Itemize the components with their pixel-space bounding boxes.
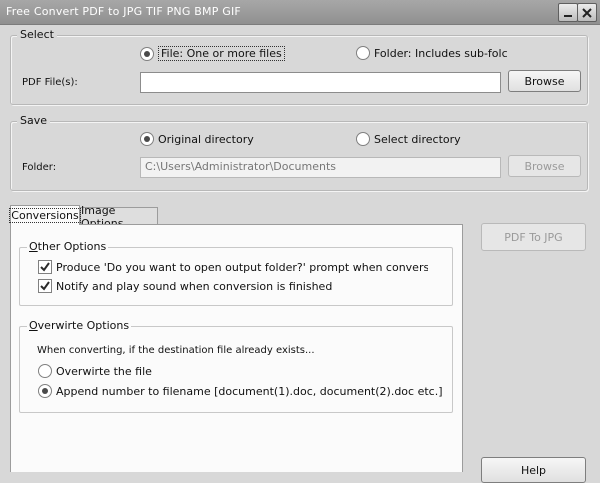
overwrite-options-legend-text: verwirte Options: [37, 319, 130, 332]
minimize-icon: [564, 14, 572, 17]
pdf-files-label: PDF File(s):: [22, 77, 78, 88]
overwrite-info-text: When converting, if the destination file…: [37, 345, 315, 356]
original-directory-indicator[interactable]: [140, 132, 154, 146]
file-radio[interactable]: File: One or more files: [140, 46, 285, 61]
open-folder-prompt-checkbox[interactable]: Produce 'Do you want to open output fold…: [38, 260, 428, 274]
window-title: Free Convert PDF to JPG TIF PNG BMP GIF: [6, 5, 241, 18]
save-legend: Save: [17, 114, 51, 127]
file-radio-indicator[interactable]: [140, 46, 154, 61]
overwrite-file-label: Overwirte the file: [56, 364, 152, 378]
close-icon: [582, 7, 592, 18]
title-bar: Free Convert PDF to JPG TIF PNG BMP GIF: [0, 0, 600, 25]
checkmark-icon: [40, 262, 50, 272]
checkmark-icon: [40, 281, 50, 291]
help-button[interactable]: Help: [481, 457, 586, 483]
select-directory-radio[interactable]: Select directory: [356, 132, 461, 146]
original-directory-label: Original directory: [158, 132, 254, 146]
browse-folder-button[interactable]: Browse: [508, 155, 581, 177]
original-directory-radio[interactable]: Original directory: [140, 132, 254, 146]
browse-pdf-button[interactable]: Browse: [508, 70, 581, 92]
folder-radio-label: Folder: Includes sub-folc: [374, 46, 508, 60]
overwrite-file-radio[interactable]: Overwirte the file: [38, 364, 152, 378]
append-number-indicator[interactable]: [38, 384, 52, 398]
other-options-legend-text: ther Options: [37, 240, 107, 253]
pdf-files-input[interactable]: [140, 72, 501, 93]
save-group: Save: [10, 114, 588, 191]
notify-sound-check[interactable]: [38, 279, 52, 293]
other-options-legend: Other Options: [27, 240, 109, 253]
tab-conversions[interactable]: Conversions: [9, 205, 81, 225]
append-number-radio[interactable]: Append number to filename [document(1).d…: [38, 384, 443, 398]
open-folder-prompt-check[interactable]: [38, 260, 52, 274]
select-directory-indicator[interactable]: [356, 132, 370, 146]
select-directory-label: Select directory: [374, 132, 461, 146]
append-number-label: Append number to filename [document(1).d…: [56, 384, 443, 398]
other-options-group: Other Options: [19, 240, 453, 306]
pdf-to-jpg-button[interactable]: PDF To JPG: [481, 223, 586, 251]
folder-label: Folder:: [22, 162, 57, 173]
close-button[interactable]: [577, 3, 597, 22]
overwrite-file-indicator[interactable]: [38, 364, 52, 378]
file-radio-label: File: One or more files: [158, 46, 285, 61]
notify-sound-label: Notify and play sound when conversion is…: [56, 279, 333, 293]
folder-radio-indicator[interactable]: [356, 46, 370, 60]
overwrite-options-legend: Overwirte Options: [27, 319, 132, 332]
minimize-button[interactable]: [558, 3, 578, 22]
tab-conversions-label: Conversions: [9, 208, 81, 223]
folder-input[interactable]: C:\Users\Administrator\Documents: [140, 157, 501, 178]
notify-sound-checkbox[interactable]: Notify and play sound when conversion is…: [38, 279, 332, 293]
open-folder-prompt-label: Produce 'Do you want to open output fold…: [56, 260, 428, 274]
select-legend: Select: [17, 28, 57, 41]
folder-radio[interactable]: Folder: Includes sub-folc: [356, 46, 508, 60]
